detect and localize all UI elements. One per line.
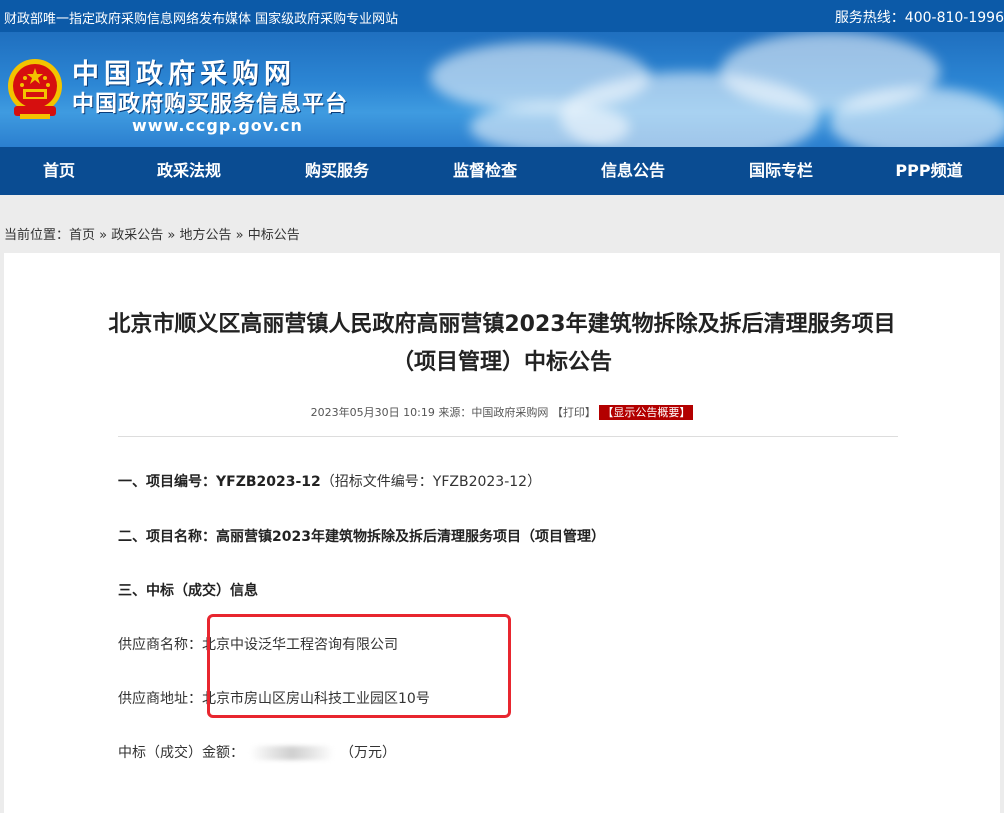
project-number: 一、项目编号：YFZB2023-12（招标文件编号：YFZB2023-12） bbox=[118, 471, 541, 491]
award-info-heading: 三、中标（成交）信息 bbox=[118, 583, 258, 599]
award-amount-unit: （万元） bbox=[340, 745, 396, 761]
main-nav: 首页 政采法规 购买服务 监督检查 信息公告 国际专栏 PPP频道 bbox=[0, 147, 1004, 195]
breadcrumb-home[interactable]: 首页 bbox=[69, 228, 95, 243]
breadcrumb-sep: » bbox=[95, 228, 112, 243]
page-title-line1: 北京市顺义区高丽营镇人民政府高丽营镇2023年建筑物拆除及拆后清理服务项目 bbox=[108, 312, 896, 337]
top-bar: 财政部唯一指定政府采购信息网络发布媒体 国家级政府采购专业网站 服务热线：400… bbox=[0, 0, 1004, 32]
breadcrumb-award[interactable]: 中标公告 bbox=[248, 228, 300, 243]
publish-info: 2023年05月30日 10:19 来源：中国政府采购网 bbox=[310, 406, 552, 419]
national-emblem-icon bbox=[8, 59, 62, 119]
page-title: 北京市顺义区高丽营镇人民政府高丽营镇2023年建筑物拆除及拆后清理服务项目 （项… bbox=[0, 306, 1004, 382]
nav-home[interactable]: 首页 bbox=[0, 147, 124, 195]
top-bar-slogan: 财政部唯一指定政府采购信息网络发布媒体 国家级政府采购专业网站 bbox=[4, 12, 399, 27]
redacted-amount bbox=[250, 746, 334, 760]
project-number-label: 一、项目编号： bbox=[118, 474, 216, 490]
nav-international[interactable]: 国际专栏 bbox=[716, 147, 846, 195]
nav-supervision[interactable]: 监督检查 bbox=[420, 147, 550, 195]
project-name: 二、项目名称：高丽营镇2023年建筑物拆除及拆后清理服务项目（项目管理） bbox=[118, 529, 605, 545]
site-subname: 中国政府购买服务信息平台 bbox=[72, 92, 349, 117]
site-url: www.ccgp.gov.cn bbox=[132, 116, 303, 135]
highlight-box bbox=[207, 614, 511, 718]
nav-ppp[interactable]: PPP频道 bbox=[864, 147, 994, 195]
supplier-name-label: 供应商名称： bbox=[118, 637, 202, 653]
award-amount-row: 中标（成交）金额： （万元） bbox=[118, 742, 396, 762]
site-banner: 中国政府采购网 中国政府购买服务信息平台 www.ccgp.gov.cn bbox=[0, 32, 1004, 147]
print-link[interactable]: 【打印】 bbox=[552, 406, 596, 419]
service-hotline: 服务热线：400-810-1996 bbox=[834, 10, 1004, 26]
breadcrumb-sep: » bbox=[231, 228, 248, 243]
breadcrumb-local[interactable]: 地方公告 bbox=[179, 228, 231, 243]
page-title-line2: （项目管理）中标公告 bbox=[391, 350, 612, 375]
breadcrumb-sep: » bbox=[163, 228, 180, 243]
project-number-note: （招标文件编号：YFZB2023-12） bbox=[320, 474, 542, 490]
supplier-address-label: 供应商地址： bbox=[118, 691, 202, 707]
article-meta: 2023年05月30日 10:19 来源：中国政府采购网 【打印】 【显示公告概… bbox=[0, 404, 1004, 420]
breadcrumb-procurement[interactable]: 政采公告 bbox=[111, 228, 163, 243]
summary-toggle-button[interactable]: 【显示公告概要】 bbox=[599, 405, 694, 420]
nav-announcements[interactable]: 信息公告 bbox=[568, 147, 698, 195]
nav-purchase-services[interactable]: 购买服务 bbox=[272, 147, 402, 195]
nav-regulations[interactable]: 政采法规 bbox=[124, 147, 254, 195]
breadcrumb: 当前位置：首页 » 政采公告 » 地方公告 » 中标公告 bbox=[4, 224, 300, 243]
breadcrumb-prefix: 当前位置： bbox=[4, 228, 70, 243]
project-number-value: YFZB2023-12 bbox=[216, 474, 321, 490]
award-amount-label: 中标（成交）金额： bbox=[118, 745, 244, 761]
divider bbox=[118, 436, 898, 437]
